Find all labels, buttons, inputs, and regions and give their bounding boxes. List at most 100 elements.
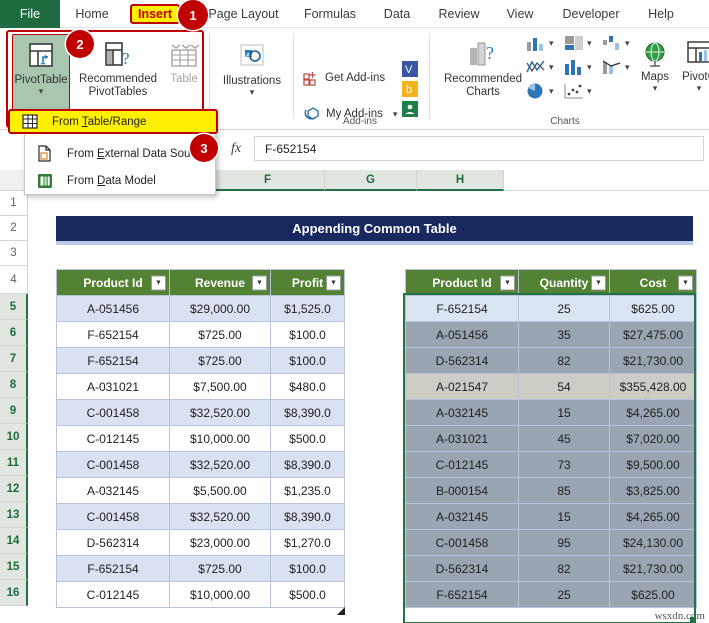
left-cell-r3-c3[interactable]: $100.0 — [270, 347, 345, 374]
scatter-chart-icon[interactable] — [563, 82, 585, 102]
table-row[interactable]: C-001458 $32,520.00 $8,390.0 — [56, 399, 345, 426]
left-cell-r9-c1[interactable]: C-001458 — [56, 503, 170, 530]
table-row[interactable]: F-652154 $725.00 $100.0 — [56, 347, 345, 374]
chevron-down-icon[interactable]: ▾ — [250, 88, 255, 97]
chevron-down-icon[interactable]: ▾ — [549, 86, 554, 97]
column-header-H[interactable]: H — [417, 170, 504, 191]
chevron-down-icon[interactable]: ▾ — [39, 87, 44, 96]
table-row[interactable]: C-012145 73 $9,500.00 — [405, 451, 697, 478]
right-cell-r9-c3[interactable]: $4,265.00 — [609, 503, 697, 530]
table-row[interactable]: F-652154 $725.00 $100.0 — [56, 321, 345, 348]
combo-chart-icon[interactable] — [601, 58, 623, 78]
menu-item-from-data-model[interactable]: From Data Model — [25, 167, 217, 194]
right-cell-r4-c2[interactable]: 54 — [518, 373, 610, 400]
table-row[interactable]: A-032145 15 $4,265.00 — [405, 503, 697, 530]
chevron-down-icon[interactable]: ▾ — [697, 84, 702, 93]
left-header-profit[interactable]: Profit ▼ — [270, 269, 345, 296]
chevron-down-icon[interactable]: ▾ — [587, 62, 592, 73]
table-row[interactable]: B-000154 85 $3,825.00 — [405, 477, 697, 504]
right-cell-r11-c2[interactable]: 82 — [518, 555, 610, 582]
table-row[interactable]: C-012145 $10,000.00 $500.0 — [56, 425, 345, 452]
table-row[interactable]: D-562314 82 $21,730.00 — [405, 347, 697, 374]
table-row[interactable]: D-562314 $23,000.00 $1,270.0 — [56, 529, 345, 556]
left-cell-r1-c3[interactable]: $1,525.0 — [270, 295, 345, 322]
chevron-down-icon[interactable]: ▾ — [549, 38, 554, 49]
column-header-G[interactable]: G — [325, 170, 417, 191]
right-header-product-id[interactable]: Product Id ▼ — [405, 269, 519, 296]
right-cell-r10-c2[interactable]: 95 — [518, 529, 610, 556]
right-cell-r3-c1[interactable]: D-562314 — [405, 347, 519, 374]
row-header-4[interactable]: 4 — [0, 266, 28, 294]
waterfall-chart-icon[interactable] — [601, 34, 623, 54]
chevron-down-icon[interactable]: ▾ — [625, 38, 630, 49]
table-row[interactable]: A-031021 $7,500.00 $480.0 — [56, 373, 345, 400]
right-table-selection-handle[interactable] — [690, 617, 696, 623]
menu-item-from-external-data-source[interactable]: From External Data Source — [25, 140, 217, 167]
row-header-12[interactable]: 12 — [0, 476, 28, 502]
right-cell-r8-c1[interactable]: B-000154 — [405, 477, 519, 504]
row-header-6[interactable]: 6 — [0, 320, 28, 346]
tab-review[interactable]: Review — [428, 0, 490, 28]
right-cell-r3-c2[interactable]: 82 — [518, 347, 610, 374]
right-cell-r6-c3[interactable]: $7,020.00 — [609, 425, 697, 452]
tab-page-layout[interactable]: Page Layout — [196, 0, 291, 28]
right-cell-r12-c1[interactable]: F-652154 — [405, 581, 519, 608]
bing-addin-icon[interactable]: b — [402, 81, 418, 97]
left-cell-r12-c2[interactable]: $10,000.00 — [169, 581, 271, 608]
chevron-down-icon[interactable]: ▾ — [549, 62, 554, 73]
table-row[interactable]: A-051456 35 $27,475.00 — [405, 321, 697, 348]
column-chart-icon[interactable] — [525, 34, 547, 54]
left-cell-r11-c1[interactable]: F-652154 — [56, 555, 170, 582]
row-header-9[interactable]: 9 — [0, 398, 28, 424]
left-cell-r2-c1[interactable]: F-652154 — [56, 321, 170, 348]
left-cell-r8-c3[interactable]: $1,235.0 — [270, 477, 345, 504]
row-header-7[interactable]: 7 — [0, 346, 28, 372]
left-cell-r1-c2[interactable]: $29,000.00 — [169, 295, 271, 322]
right-cell-r4-c3[interactable]: $355,428.00 — [609, 373, 697, 400]
left-cell-r5-c2[interactable]: $32,520.00 — [169, 399, 271, 426]
right-cell-r1-c2[interactable]: 25 — [518, 295, 610, 322]
tab-file[interactable]: File — [0, 0, 60, 28]
right-cell-r11-c1[interactable]: D-562314 — [405, 555, 519, 582]
bar-chart-icon[interactable] — [563, 58, 585, 78]
row-header-14[interactable]: 14 — [0, 528, 28, 554]
menu-item-from-table-range[interactable]: From Table/Range — [8, 109, 218, 139]
chevron-down-icon[interactable]: ▾ — [625, 62, 630, 73]
line-chart-icon[interactable] — [525, 58, 547, 78]
filter-dropdown-icon[interactable]: ▼ — [678, 275, 693, 290]
right-cell-r7-c3[interactable]: $9,500.00 — [609, 451, 697, 478]
row-header-13[interactable]: 13 — [0, 502, 28, 528]
left-cell-r7-c3[interactable]: $8,390.0 — [270, 451, 345, 478]
right-cell-r4-c1[interactable]: A-021547 — [405, 373, 519, 400]
row-header-16[interactable]: 16 — [0, 580, 28, 606]
right-cell-r1-c1[interactable]: F-652154 — [405, 295, 519, 322]
filter-dropdown-icon[interactable]: ▼ — [151, 275, 166, 290]
maps-button[interactable]: Maps ▾ — [634, 34, 676, 122]
right-cell-r5-c3[interactable]: $4,265.00 — [609, 399, 697, 426]
left-header-revenue[interactable]: Revenue ▼ — [169, 269, 271, 296]
pie-chart-icon[interactable] — [525, 82, 547, 102]
chevron-down-icon[interactable]: ▾ — [587, 38, 592, 49]
right-cell-r10-c3[interactable]: $24,130.00 — [609, 529, 697, 556]
right-header-quantity[interactable]: Quantity ▼ — [518, 269, 610, 296]
row-header-11[interactable]: 11 — [0, 450, 28, 476]
left-cell-r8-c2[interactable]: $5,500.00 — [169, 477, 271, 504]
people-graph-addin-icon[interactable] — [402, 101, 418, 117]
left-cell-r11-c2[interactable]: $725.00 — [169, 555, 271, 582]
left-cell-r5-c3[interactable]: $8,390.0 — [270, 399, 345, 426]
left-cell-r8-c1[interactable]: A-032145 — [56, 477, 170, 504]
left-header-product-id[interactable]: Product Id ▼ — [56, 269, 170, 296]
left-cell-r10-c2[interactable]: $23,000.00 — [169, 529, 271, 556]
table-row[interactable]: C-001458 $32,520.00 $8,390.0 — [56, 503, 345, 530]
right-cell-r7-c2[interactable]: 73 — [518, 451, 610, 478]
left-cell-r3-c1[interactable]: F-652154 — [56, 347, 170, 374]
filter-dropdown-icon[interactable]: ▼ — [500, 275, 515, 290]
right-cell-r1-c3[interactable]: $625.00 — [609, 295, 697, 322]
left-cell-r2-c3[interactable]: $100.0 — [270, 321, 345, 348]
left-cell-r12-c3[interactable]: $500.0 — [270, 581, 345, 608]
left-cell-r6-c1[interactable]: C-012145 — [56, 425, 170, 452]
table-row[interactable]: F-652154 $725.00 $100.0 — [56, 555, 345, 582]
left-cell-r2-c2[interactable]: $725.00 — [169, 321, 271, 348]
right-cell-r2-c1[interactable]: A-051456 — [405, 321, 519, 348]
left-cell-r6-c3[interactable]: $500.0 — [270, 425, 345, 452]
